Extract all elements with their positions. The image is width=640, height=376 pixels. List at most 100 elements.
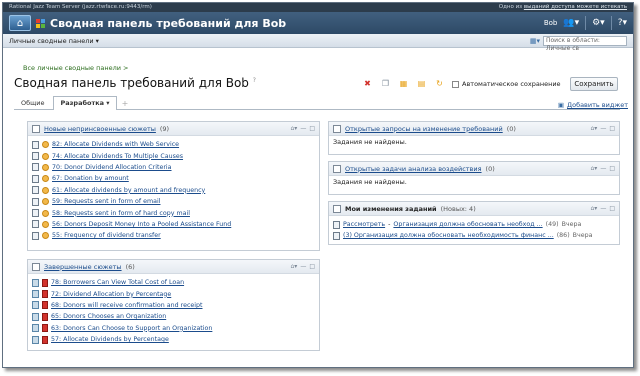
save-button[interactable]: Сохранить <box>570 77 618 91</box>
story-link[interactable]: 59: Requests sent in form of email <box>52 198 160 205</box>
page-toolbar: ✖ ❐ ▦ ▤ ↻ <box>362 78 445 89</box>
story-link[interactable]: 70: Donor Dividend Allocation Criteria <box>52 164 172 171</box>
settings-icon[interactable]: ⌂▾ <box>291 263 298 270</box>
widget-count: (6) <box>125 262 135 271</box>
autosave-checkbox[interactable] <box>452 80 459 88</box>
refresh-icon[interactable]: ↻ <box>434 78 445 89</box>
story-link[interactable]: 57: Allocate Dividends by Percentage <box>51 336 169 343</box>
story-icon <box>32 197 39 206</box>
delete-icon[interactable]: ✖ <box>362 78 373 89</box>
user-name[interactable]: Bob <box>544 19 558 27</box>
list-item[interactable]: 61: Allocate dividends by amount and fre… <box>32 185 315 196</box>
story-link[interactable]: 61: Allocate dividends by amount and fre… <box>52 187 205 194</box>
story-link[interactable]: 74: Allocate Dividends To Multiple Cause… <box>52 153 183 160</box>
widget-new-stories: Новые непринсвоенные сюжеты (9) ⌂▾ — □ 82:… <box>27 121 320 251</box>
maximize-icon[interactable]: □ <box>609 165 615 172</box>
widget-title[interactable]: Завершенные сюжеты <box>44 263 122 271</box>
settings-icon[interactable]: ⌂▾ <box>591 205 598 212</box>
list-item[interactable]: 56: Donors Deposit Money Into a Pooled A… <box>32 219 315 230</box>
widget-body: Рассмотреть - Организация должна обоснов… <box>329 216 619 244</box>
autosave-toggle[interactable]: Автоматическое сохранение <box>452 80 561 88</box>
minimize-icon[interactable]: — <box>300 125 306 132</box>
story-icon <box>32 231 39 240</box>
story-link[interactable]: 56: Donors Deposit Money Into a Pooled A… <box>52 221 231 228</box>
help-icon[interactable]: ?▾ <box>618 18 627 28</box>
expiry-link[interactable]: выданий доступа можете истекать <box>524 4 627 10</box>
server-title: Rational Jazz Team Server (jazz.rtwface.… <box>9 4 152 10</box>
layout-icon[interactable]: ▦ <box>398 78 409 89</box>
story-link[interactable]: 65: Donors Chooses an Organization <box>51 313 166 320</box>
story-link[interactable]: 82: Allocate Dividends with Web Service <box>52 141 179 148</box>
list-item[interactable]: 72: Dividend Allocation by Percentage <box>32 288 315 299</box>
widget-title[interactable]: Открытые задачи анализа воздействия <box>345 165 482 173</box>
status-done-icon <box>42 335 48 344</box>
list-item[interactable]: 58: Requests sent in form of hard copy m… <box>32 207 315 218</box>
minimize-icon[interactable]: — <box>600 165 606 172</box>
chevron-down-icon[interactable]: ▾ <box>106 99 109 107</box>
widget-title[interactable]: Открытые запросы на изменение требований <box>345 125 503 133</box>
widget-icon <box>32 124 40 133</box>
list-item[interactable]: 57: Allocate Dividends by Percentage <box>32 334 315 345</box>
story-link[interactable]: 67: Donation by amount <box>52 175 129 182</box>
change-text[interactable]: Организация должна обосновать необход ..… <box>393 221 542 228</box>
maximize-icon[interactable]: □ <box>309 263 315 270</box>
widget-title[interactable]: Мои изменения заданий <box>345 205 437 213</box>
list-item[interactable]: 68: Donors will receive confirmation and… <box>32 300 315 311</box>
list-item[interactable]: 74: Allocate Dividends To Multiple Cause… <box>32 150 315 161</box>
change-text[interactable]: (3) Организация должна обосновать необхо… <box>343 232 554 239</box>
search-input[interactable]: Поиск в области: Личные св <box>543 35 627 52</box>
story-link[interactable]: 78: Borrowers Can View Total Cost of Loa… <box>51 279 184 286</box>
list-item[interactable]: 82: Allocate Dividends with Web Service <box>32 139 315 150</box>
widget-change-requests: Открытые запросы на изменение требований… <box>328 121 620 155</box>
settings-icon[interactable]: ⌂▾ <box>591 125 598 132</box>
maximize-icon[interactable]: □ <box>609 205 615 212</box>
divider <box>585 16 587 30</box>
minimize-icon[interactable]: — <box>600 125 606 132</box>
story-link[interactable]: 63: Donors Can Choose to Support an Orga… <box>51 325 212 332</box>
status-done-icon <box>42 290 48 299</box>
story-icon <box>32 186 39 195</box>
gear-icon[interactable]: ⚙▾ <box>592 18 605 28</box>
personal-dashboards-menu[interactable]: Личные сводные панели ▾ <box>9 37 99 45</box>
priority-icon <box>42 163 49 171</box>
breadcrumb[interactable]: Все личные сводные панели > <box>23 64 128 72</box>
settings-icon[interactable]: ⌂▾ <box>291 125 298 132</box>
dashboard-icon[interactable]: ▦▾ <box>530 37 540 45</box>
story-link[interactable]: 68: Donors will receive confirmation and… <box>51 302 203 309</box>
priority-icon <box>42 198 49 206</box>
minimize-icon[interactable]: — <box>300 263 306 270</box>
story-link[interactable]: 55: Frequency of dividend transfer <box>52 232 161 239</box>
story-icon <box>32 163 39 172</box>
minimize-icon[interactable]: — <box>600 205 606 212</box>
list-item[interactable]: 65: Donors Chooses an Organization <box>32 311 315 322</box>
add-tab-icon[interactable]: + <box>122 98 129 109</box>
story-link[interactable]: 72: Dividend Allocation by Percentage <box>51 291 171 298</box>
search-area: ▦▾ Поиск в области: Личные св <box>530 35 627 52</box>
maximize-icon[interactable]: □ <box>609 125 615 132</box>
maximize-icon[interactable]: □ <box>309 125 315 132</box>
list-item[interactable]: 78: Borrowers Can View Total Cost of Loa… <box>32 277 315 288</box>
list-item[interactable]: 63: Donors Can Choose to Support an Orga… <box>32 323 315 334</box>
change-row[interactable]: (3) Организация должна обосновать необхо… <box>333 230 615 241</box>
template-icon[interactable]: ▤ <box>416 78 427 89</box>
tab-general[interactable]: Общие <box>14 97 51 109</box>
priority-icon <box>42 209 49 217</box>
priority-icon <box>42 152 49 160</box>
change-type[interactable]: Рассмотреть <box>343 221 385 228</box>
list-item[interactable]: 55: Frequency of dividend transfer <box>32 230 315 241</box>
title-bar: ⌂ Сводная панель требований для Bob Bob … <box>3 12 633 34</box>
list-item[interactable]: 67: Donation by amount <box>32 173 315 184</box>
change-row[interactable]: Рассмотреть - Организация должна обоснов… <box>333 219 615 230</box>
story-type-icon <box>32 301 39 310</box>
home-icon[interactable]: ⌂ <box>9 15 31 31</box>
list-item[interactable]: 59: Requests sent in form of email <box>32 196 315 207</box>
help-icon[interactable]: ? <box>253 77 256 84</box>
add-widget-button[interactable]: ▣ Добавить виджет <box>558 101 628 109</box>
users-icon[interactable]: 👥▾ <box>563 18 579 28</box>
story-link[interactable]: 58: Requests sent in form of hard copy m… <box>52 210 190 217</box>
list-item[interactable]: 70: Donor Dividend Allocation Criteria <box>32 162 315 173</box>
settings-icon[interactable]: ⌂▾ <box>591 165 598 172</box>
widget-title[interactable]: Новые непринсвоенные сюжеты <box>44 125 156 133</box>
tab-development[interactable]: Разработка ▾ <box>53 96 117 110</box>
copy-icon[interactable]: ❐ <box>380 78 391 89</box>
